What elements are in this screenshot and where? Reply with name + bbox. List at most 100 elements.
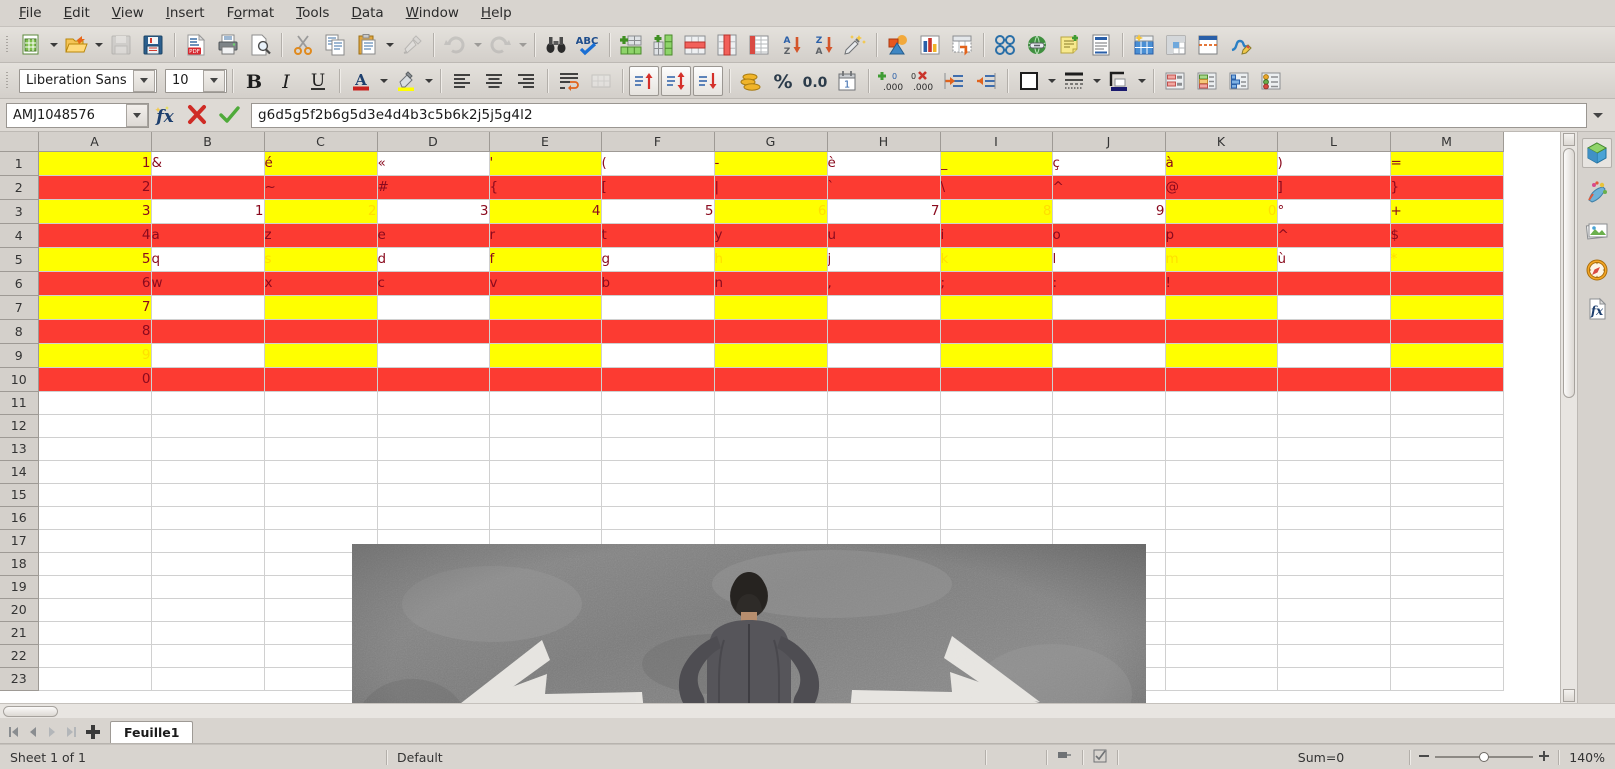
previous-sheet-icon[interactable] [23,721,42,743]
cell-B18[interactable] [151,552,265,576]
cell-B7[interactable] [151,295,265,320]
cell-F8[interactable] [601,319,715,344]
cell-B1[interactable]: & [151,151,265,176]
cell-K13[interactable] [1165,437,1278,461]
spreadsheet-canvas[interactable]: A B C D E F G H I J K L M 1 1 & é «'(- è _ ç à) = 2 2 ~ #{[| ` \ ^ @]}… [0,132,1560,703]
row-header-12[interactable]: 12 [0,414,39,438]
cell-F1[interactable]: ( [601,151,715,176]
cell-A16[interactable] [38,506,152,530]
freeze-rows-columns-icon[interactable] [1129,30,1159,60]
align-center-icon[interactable] [479,66,509,96]
cell-G6[interactable]: n [714,271,828,296]
cell-K19[interactable] [1165,575,1278,599]
cell-B15[interactable] [151,483,265,507]
cell-L10[interactable] [1277,367,1391,392]
date-format-icon[interactable]: 1 [832,66,862,96]
cell-K18[interactable] [1165,552,1278,576]
delete-column-icon[interactable] [712,30,742,60]
row-header-15[interactable]: 15 [0,483,39,507]
cell-D3[interactable]: 3 [377,199,490,224]
cell-M2[interactable]: } [1390,175,1504,200]
wrap-text-icon[interactable] [554,66,584,96]
next-sheet-icon[interactable] [42,721,61,743]
align-center-vertical-icon[interactable] [661,65,691,96]
cell-L18[interactable] [1277,552,1391,576]
styles-deck-icon[interactable] [1582,177,1612,207]
cell-M6[interactable] [1390,271,1504,296]
cell-K9[interactable] [1165,343,1278,368]
cell-K11[interactable] [1165,391,1278,415]
row-header-10[interactable]: 10 [0,367,39,392]
cell-E6[interactable]: v [489,271,602,296]
print-icon[interactable] [213,30,243,60]
cell-D10[interactable] [377,367,490,392]
paste-icon[interactable] [352,30,382,60]
cell-J8[interactable] [1052,319,1166,344]
border-style-dropdown-icon[interactable] [1090,66,1103,96]
cell-A22[interactable] [38,644,152,668]
cell-G9[interactable] [714,343,828,368]
cell-I15[interactable] [940,483,1053,507]
cell-M4[interactable]: $ [1390,223,1504,248]
row-header-23[interactable]: 23 [0,667,39,691]
cell-A15[interactable] [38,483,152,507]
cell-C7[interactable] [264,295,378,320]
cell-E8[interactable] [489,319,602,344]
cell-H10[interactable] [827,367,941,392]
row-header-16[interactable]: 16 [0,506,39,530]
column-header-H[interactable]: H [827,132,941,152]
menu-item-view[interactable]: View [101,2,155,24]
cell-A14[interactable] [38,460,152,484]
cell-A4[interactable]: 4 [38,223,152,248]
selection-mode-icon[interactable] [1047,749,1082,765]
cell-L3[interactable]: ° [1277,199,1391,224]
zoom-out-icon[interactable] [1418,750,1430,765]
row-header-18[interactable]: 18 [0,552,39,576]
cell-A1[interactable]: 1 [38,151,152,176]
cell-J7[interactable] [1052,295,1166,320]
cell-L12[interactable] [1277,414,1391,438]
cell-L15[interactable] [1277,483,1391,507]
cell-M18[interactable] [1390,552,1504,576]
cell-M5[interactable]: * [1390,247,1504,272]
cell-K6[interactable]: ! [1165,271,1278,296]
cell-J12[interactable] [1052,414,1166,438]
font-size-dropdown-icon[interactable] [203,69,225,92]
sort-icon[interactable] [744,30,774,60]
copy-icon[interactable] [320,30,350,60]
column-header-G[interactable]: G [714,132,828,152]
bold-icon[interactable]: B [239,66,269,96]
cancel-icon[interactable] [181,101,213,129]
cell-H1[interactable]: è [827,151,941,176]
cell-B21[interactable] [151,621,265,645]
cell-H9[interactable] [827,343,941,368]
horizontal-scroll-thumb[interactable] [3,705,58,717]
save-as-icon[interactable] [138,30,168,60]
cell-I10[interactable] [940,367,1053,392]
cell-J9[interactable] [1052,343,1166,368]
row-header-14[interactable]: 14 [0,460,39,484]
cell-F11[interactable] [601,391,715,415]
cell-J11[interactable] [1052,391,1166,415]
toolbar-grip[interactable] [3,34,12,56]
column-header-L[interactable]: L [1277,132,1391,152]
insert-image-icon[interactable] [883,30,913,60]
cell-B10[interactable] [151,367,265,392]
menu-item-format[interactable]: Format [216,2,286,24]
cell-H15[interactable] [827,483,941,507]
cell-I9[interactable] [940,343,1053,368]
cell-B20[interactable] [151,598,265,622]
borders-dropdown-icon[interactable] [1045,66,1058,96]
row-header-17[interactable]: 17 [0,529,39,553]
borders-icon[interactable] [1014,66,1044,96]
cell-I5[interactable]: k [940,247,1053,272]
sort-ascending-icon[interactable]: AZ [776,30,806,60]
cell-M7[interactable] [1390,295,1504,320]
cell-F3[interactable]: 5 [601,199,715,224]
cell-E11[interactable] [489,391,602,415]
cell-F16[interactable] [601,506,715,530]
cell-M12[interactable] [1390,414,1504,438]
currency-format-icon[interactable] [736,66,766,96]
cell-B13[interactable] [151,437,265,461]
cell-B8[interactable] [151,319,265,344]
